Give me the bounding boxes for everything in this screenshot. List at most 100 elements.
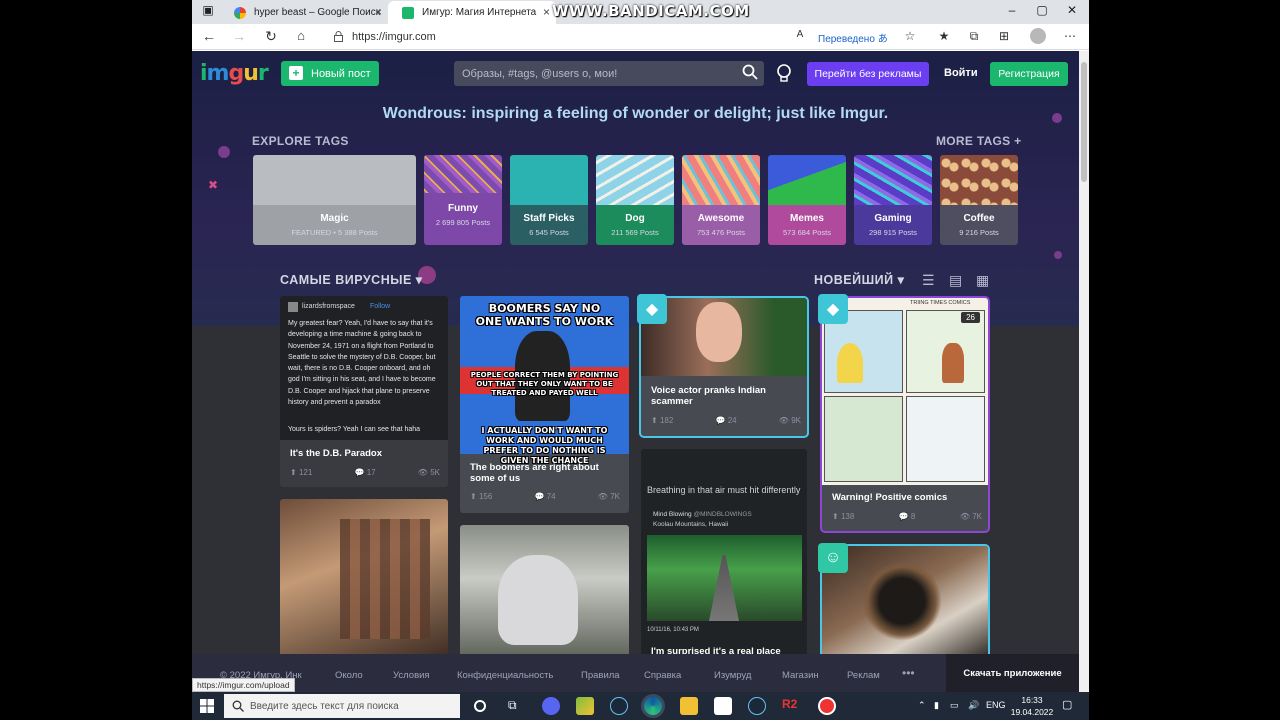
logo-letter: g — [228, 61, 244, 86]
footer-bar: © 2022 Имгур, Инк Около Условия Конфиден… — [192, 654, 1079, 692]
volume-icon[interactable]: 🔊 — [968, 700, 979, 711]
post-card-video[interactable] — [460, 525, 629, 659]
translated-badge[interactable]: Переведено あ — [818, 30, 888, 45]
imgur-logo[interactable]: imgur — [200, 61, 269, 86]
diamond-badge-icon: ◆ — [637, 294, 667, 324]
windows-taskbar: Введите здесь текст для поиска ⧉ R2 ⌃ ▮ … — [192, 692, 1089, 720]
post-card-video[interactable] — [280, 499, 448, 659]
view-stat: 👁 7K — [597, 492, 620, 501]
tag-memes[interactable]: Memes 573 684 Posts — [768, 155, 846, 245]
sort-viral-label: САМЫЕ ВИРУСНЫЕ — [280, 273, 412, 287]
footer-link-privacy[interactable]: Конфиденциальность — [457, 670, 553, 681]
clock-time: 16:33 — [1021, 695, 1043, 705]
read-aloud-icon[interactable]: A — [792, 29, 808, 40]
steam-icon[interactable] — [748, 697, 766, 715]
tag-funny[interactable]: Funny 2 699 805 Posts — [424, 155, 502, 245]
r2-app-icon[interactable]: R2 — [782, 697, 800, 715]
favorites-icon[interactable]: ★ — [936, 29, 952, 43]
file-explorer-icon[interactable] — [680, 697, 698, 715]
tag-awesome[interactable]: Awesome 753 476 Posts — [682, 155, 760, 245]
network-icon[interactable]: ▭ — [950, 700, 959, 711]
extensions-icon[interactable]: ⊞ — [996, 29, 1012, 43]
footer-link-about[interactable]: Около — [335, 670, 363, 681]
bandicam-icon[interactable] — [818, 697, 836, 715]
taskbar-search-input[interactable]: Введите здесь текст для поиска — [224, 694, 460, 718]
steam-icon[interactable] — [610, 697, 628, 715]
taskbar-clock[interactable]: 16:33 19.04.2022 — [1010, 694, 1054, 718]
language-indicator[interactable]: ENG — [986, 700, 1006, 710]
post-card[interactable]: lizardsfromspace Follow My greatest fear… — [280, 296, 448, 487]
back-icon[interactable]: ← — [200, 28, 218, 44]
minimize-button[interactable]: – — [1002, 3, 1022, 17]
footer-link-emerald[interactable]: Изумруд — [714, 670, 751, 681]
video-thumbnail — [862, 561, 942, 641]
tag-coffee[interactable]: Coffee 9 216 Posts — [940, 155, 1018, 245]
list-view-icon[interactable]: ☰ — [922, 272, 935, 289]
sort-newest-dropdown[interactable]: НОВЕЙШИЙ ▾ — [814, 272, 904, 287]
home-icon[interactable]: ⌂ — [292, 28, 310, 43]
post-card[interactable]: BOOMERS SAY NO ONE WANTS TO WORK PEOPLE … — [460, 296, 629, 513]
tab-google-search[interactable]: hyper beast – Google Поиск × — [220, 1, 388, 24]
tag-magic[interactable]: Magic FEATURED • 5 388 Posts — [253, 155, 416, 245]
view-count: 9K — [791, 416, 801, 425]
footer-link-store[interactable]: Магазин — [782, 670, 819, 681]
forward-icon[interactable]: → — [230, 28, 248, 44]
footer-link-help[interactable]: Справка — [644, 670, 681, 681]
url-field[interactable]: https://imgur.com — [326, 27, 766, 47]
task-view-icon[interactable]: ⧉ — [508, 698, 526, 716]
menu-icon[interactable]: ⋯ — [1062, 29, 1078, 43]
emoji-badge-icon: ☺ — [818, 543, 848, 573]
store-icon[interactable] — [714, 697, 732, 715]
grid-view-icon[interactable]: ▦ — [976, 272, 989, 289]
login-link[interactable]: Войти — [944, 67, 978, 79]
search-input[interactable]: Образы, #tags, @users о, мои! — [454, 61, 764, 86]
maximize-button[interactable]: ▢ — [1032, 3, 1052, 17]
download-app-button[interactable]: Скачать приложение — [946, 654, 1079, 692]
footer-more-icon[interactable]: ••• — [902, 666, 915, 680]
post-card[interactable]: Breathing in that air must hit different… — [641, 449, 807, 659]
more-tags-link[interactable]: MORE TAGS + — [936, 134, 1021, 148]
wide-view-icon[interactable]: ▤ — [949, 272, 962, 289]
recorder-watermark: WWW.BANDICAM.COM — [552, 2, 750, 20]
new-post-button[interactable]: + Новый пост — [281, 61, 379, 86]
collections-icon[interactable]: ⧉ — [966, 29, 982, 44]
cortana-icon[interactable] — [474, 700, 486, 712]
meme-top-text: BOOMERS SAY NO ONE WANTS TO WORK — [475, 302, 614, 328]
tag-staff-picks[interactable]: Staff Picks 6 545 Posts — [510, 155, 588, 245]
discord-icon[interactable] — [542, 697, 560, 715]
tab-bar: ▣ hyper beast – Google Поиск × Имгур: Ма… — [192, 0, 1089, 24]
source-handle: @MINDBLOWINGS — [693, 511, 752, 518]
minecraft-icon[interactable] — [576, 697, 594, 715]
lightbulb-icon[interactable] — [776, 64, 792, 84]
close-icon[interactable]: × — [543, 5, 550, 19]
search-placeholder: Образы, #tags, @users о, мои! — [462, 67, 618, 80]
sort-viral-dropdown[interactable]: САМЫЕ ВИРУСНЫЕ ▾ — [280, 272, 423, 287]
post-card[interactable]: TRIING TIMES COMICS 26 Warning! Positive… — [822, 298, 988, 531]
tray-chevron-icon[interactable]: ⌃ — [918, 700, 926, 711]
search-icon[interactable] — [742, 64, 758, 80]
tab-actions-icon[interactable]: ▣ — [198, 3, 218, 17]
footer-link-ads[interactable]: Реклам — [847, 670, 880, 681]
footer-link-terms[interactable]: Условия — [393, 670, 430, 681]
scrollbar-thumb[interactable] — [1081, 62, 1087, 182]
tag-info: Memes 573 684 Posts — [768, 205, 846, 245]
view-count: 7K — [610, 492, 620, 501]
edge-icon[interactable] — [644, 697, 662, 715]
footer-link-rules[interactable]: Правила — [581, 670, 620, 681]
close-window-button[interactable]: ✕ — [1062, 3, 1082, 17]
tab-imgur[interactable]: Имгур: Магия Интернета × — [388, 1, 556, 24]
imgur-page: ✖ imgur + Новый пост Образы, #tags, @use… — [192, 51, 1079, 692]
tag-dog[interactable]: Dog 211 569 Posts — [596, 155, 674, 245]
favorite-add-icon[interactable]: ☆ — [902, 29, 918, 43]
tag-count: 573 684 Posts — [783, 228, 831, 237]
tag-gaming[interactable]: Gaming 298 915 Posts — [854, 155, 932, 245]
close-icon[interactable]: × — [375, 5, 382, 19]
notifications-icon[interactable]: ▢ — [1062, 698, 1072, 711]
plus-icon: + — [289, 66, 303, 80]
image-count-badge: 26 — [961, 312, 980, 323]
profile-avatar[interactable] — [1030, 28, 1046, 44]
windows-start-icon[interactable] — [200, 699, 214, 713]
register-button[interactable]: Регистрация — [990, 62, 1068, 86]
refresh-icon[interactable]: ↻ — [262, 28, 280, 45]
no-ads-button[interactable]: Перейти без рекламы — [807, 62, 929, 86]
